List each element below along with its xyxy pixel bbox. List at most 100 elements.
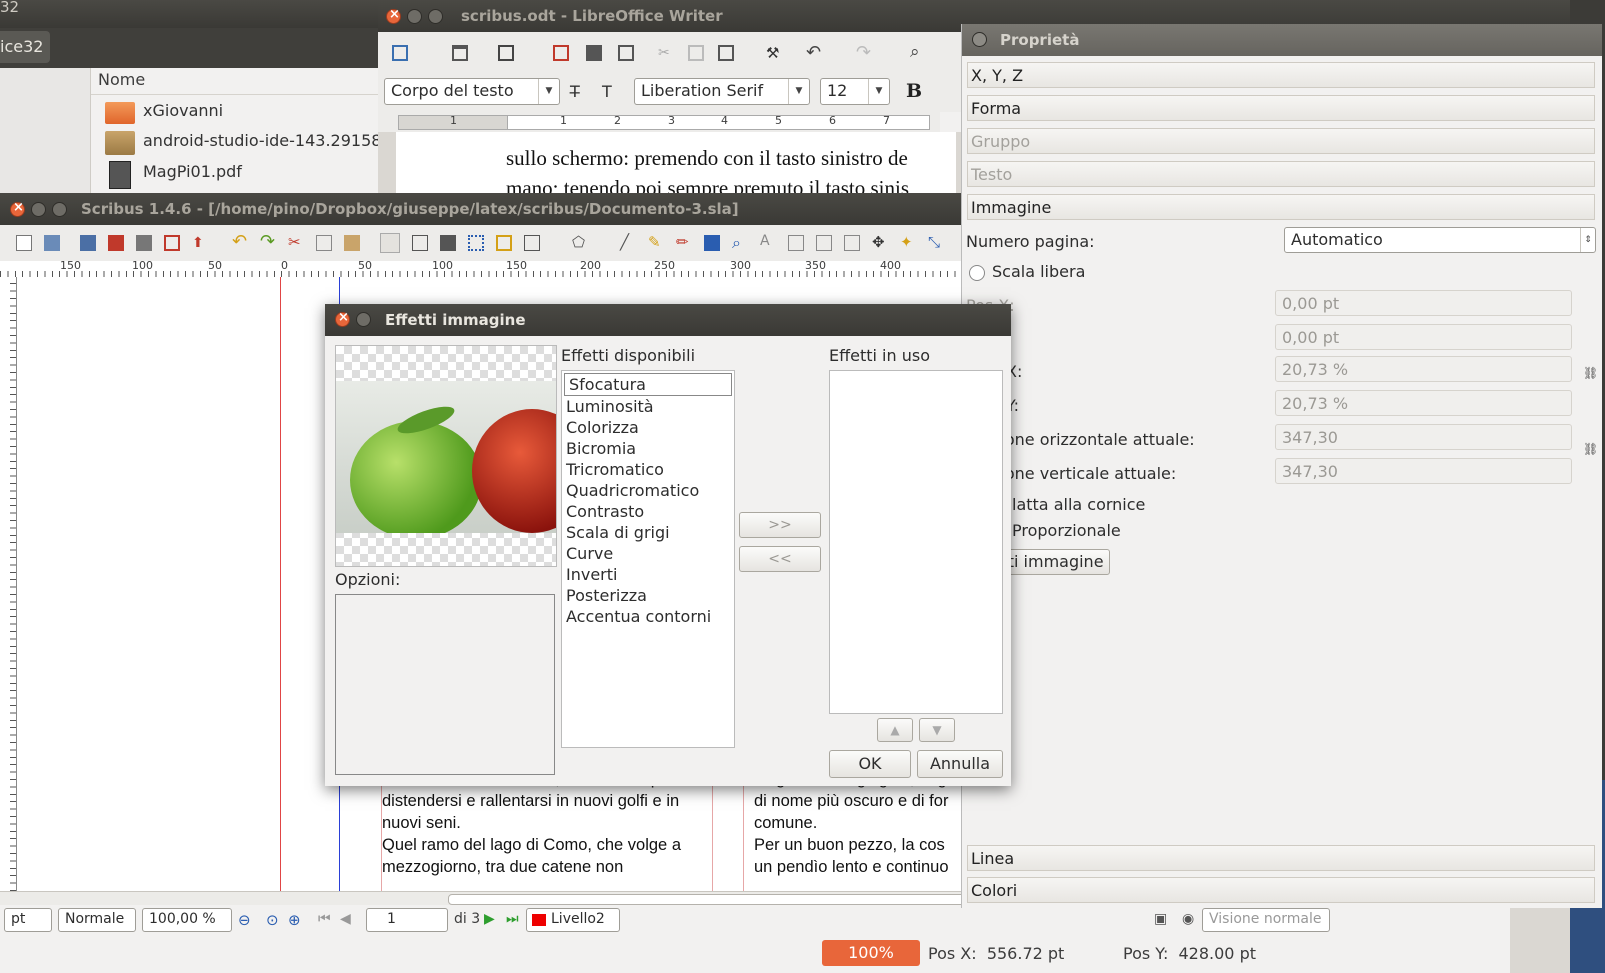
eyedropper-icon[interactable]: ⤡ <box>928 233 944 251</box>
zoom-out-icon[interactable]: ⊖ <box>238 911 254 929</box>
open-folder-icon[interactable] <box>44 235 60 251</box>
list-item[interactable]: Colorizza <box>562 417 734 438</box>
image-effects-button[interactable]: tti immagine <box>995 549 1110 575</box>
section-xyz[interactable]: X, Y, Z <box>967 62 1595 88</box>
scribus-vertical-ruler[interactable] <box>0 277 17 891</box>
previous-page-icon[interactable]: ◀ <box>340 911 356 927</box>
layer-select[interactable]: Livello2 <box>526 908 620 932</box>
zoom-reset-icon[interactable]: ⊙ <box>266 911 282 929</box>
move-down-button[interactable]: ▼ <box>919 718 955 742</box>
file-manager-tab[interactable]: ice32 <box>0 31 50 63</box>
new-document-icon[interactable] <box>392 45 408 61</box>
list-item[interactable]: Luminosità <box>562 396 734 417</box>
polygon-icon[interactable]: ⬠ <box>572 233 588 251</box>
print-icon[interactable] <box>586 45 602 61</box>
print-preview-icon[interactable] <box>618 45 634 61</box>
list-item[interactable]: Inverti <box>562 564 734 585</box>
color-management-icon[interactable]: ▣ <box>1154 911 1170 927</box>
dialog-titlebar[interactable]: Effetti immagine <box>325 304 1011 336</box>
next-page-icon[interactable]: ▶ <box>484 911 500 927</box>
text-frame-icon[interactable] <box>412 235 428 251</box>
scale-y-field[interactable]: 20,73 % <box>1275 390 1572 416</box>
view-mode-select[interactable]: Visione normale <box>1202 908 1330 932</box>
close-icon[interactable] <box>10 200 25 217</box>
paste-icon[interactable] <box>344 235 360 251</box>
minimize-icon[interactable] <box>31 202 46 217</box>
close-icon[interactable] <box>335 310 350 327</box>
list-item[interactable]: Tricromatico <box>562 459 734 480</box>
mode-select[interactable]: Normale <box>58 908 136 932</box>
save-icon[interactable] <box>498 45 514 61</box>
first-page-icon[interactable]: ⏮ <box>318 911 334 927</box>
save-icon[interactable] <box>80 235 96 251</box>
open-folder-icon[interactable] <box>452 45 468 61</box>
last-page-icon[interactable]: ⏭ <box>506 911 522 927</box>
list-item[interactable]: Bicromia <box>562 438 734 459</box>
preview-eye-icon[interactable]: ◉ <box>1182 911 1198 927</box>
section-colors[interactable]: Colori <box>967 877 1595 903</box>
link-frames-icon[interactable] <box>816 235 832 251</box>
select-tool-icon[interactable] <box>380 233 400 253</box>
maximize-icon[interactable] <box>52 202 67 217</box>
table-icon[interactable] <box>496 235 512 251</box>
clone-formatting-icon[interactable]: ⚒ <box>766 44 782 62</box>
bold-button[interactable]: B <box>906 80 922 102</box>
pos-y-field[interactable]: 0,00 pt <box>1275 324 1572 350</box>
section-shape[interactable]: Forma <box>967 95 1595 121</box>
find-icon[interactable]: ⌕ <box>910 42 926 62</box>
list-item[interactable]: Curve <box>562 543 734 564</box>
measure-icon[interactable]: ✥ <box>872 233 888 251</box>
file-manager-titlebar[interactable] <box>0 0 400 28</box>
freehand-icon[interactable]: ✏ <box>676 233 692 251</box>
undo-icon[interactable]: ↶ <box>232 231 248 252</box>
export-pdf-icon[interactable] <box>553 45 569 61</box>
preflight-icon[interactable] <box>164 235 180 251</box>
maximize-icon[interactable] <box>356 312 371 327</box>
font-size-select[interactable]: 12 ▼ <box>820 78 890 105</box>
minimize-icon[interactable] <box>407 9 422 24</box>
edit-text-icon[interactable]: A <box>760 233 776 249</box>
close-icon[interactable] <box>972 32 987 47</box>
pos-x-field[interactable]: 0,00 pt <box>1275 290 1572 316</box>
page-select[interactable]: 1 <box>366 908 448 932</box>
cut-icon[interactable]: ✂ <box>288 233 304 251</box>
list-item[interactable]: Sfocatura <box>564 373 732 396</box>
file-row[interactable]: android-studio-ide-143.291582 <box>105 130 405 158</box>
file-row[interactable]: xGiovanni <box>105 100 405 128</box>
undo-icon[interactable]: ↶ <box>806 42 822 63</box>
maximize-icon[interactable] <box>428 9 443 24</box>
writer-ruler[interactable] <box>378 112 940 132</box>
chain-link-icon[interactable]: ⛓ <box>1583 442 1598 456</box>
section-image[interactable]: Immagine <box>967 194 1595 220</box>
story-editor-icon[interactable] <box>788 235 804 251</box>
available-effects-list[interactable]: Sfocatura Luminosità Colorizza Bicromia … <box>561 370 735 748</box>
horizontal-resolution-field[interactable]: 347,30 <box>1275 424 1572 450</box>
bezier-icon[interactable]: ✎ <box>648 233 664 251</box>
redo-icon[interactable]: ↷ <box>260 231 276 252</box>
render-frame-icon[interactable] <box>468 235 484 251</box>
shape-icon[interactable] <box>524 235 540 251</box>
export-pdf-icon[interactable]: ⬆ <box>192 235 208 251</box>
list-item[interactable]: Contrasto <box>562 501 734 522</box>
new-document-icon[interactable] <box>16 235 32 251</box>
chain-link-icon[interactable]: ⛓ <box>1583 366 1598 380</box>
paste-icon[interactable] <box>718 45 734 61</box>
list-item[interactable]: Scala di grigi <box>562 522 734 543</box>
scale-x-field[interactable]: 20,73 % <box>1275 356 1572 382</box>
close-icon[interactable] <box>386 7 401 24</box>
free-scale-radio[interactable] <box>969 265 985 281</box>
section-text[interactable]: Testo <box>967 161 1595 187</box>
list-item[interactable]: Posterizza <box>562 585 734 606</box>
paragraph-style-select[interactable]: Corpo del testo ▼ <box>384 78 560 105</box>
zoom-icon[interactable]: ⌕ <box>732 233 748 252</box>
redo-icon[interactable]: ↷ <box>856 42 872 63</box>
ok-button[interactable]: OK <box>829 750 911 778</box>
move-up-button[interactable]: ▲ <box>877 718 913 742</box>
unlink-frames-icon[interactable] <box>844 235 860 251</box>
list-item[interactable]: Accentua contorni <box>562 606 734 627</box>
image-frame-icon[interactable] <box>440 235 456 251</box>
copy-icon[interactable] <box>688 45 704 61</box>
section-group[interactable]: Gruppo <box>967 128 1595 154</box>
remove-effect-button[interactable]: << <box>739 546 821 572</box>
zoom-in-icon[interactable]: ⊕ <box>288 911 304 929</box>
